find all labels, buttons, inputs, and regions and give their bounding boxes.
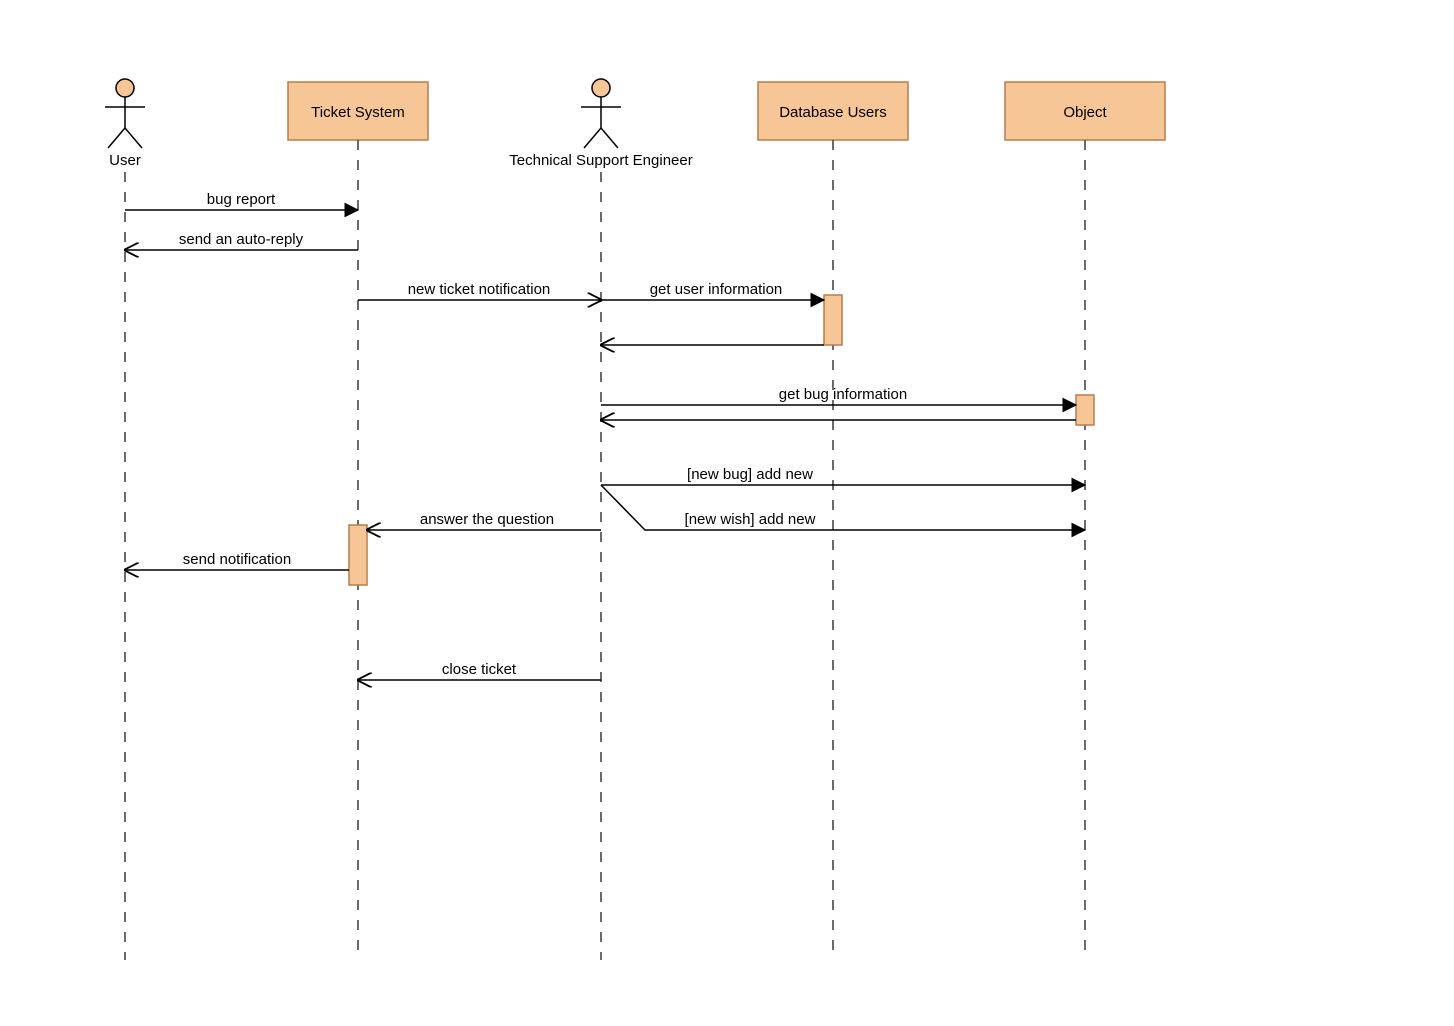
participant-user: User <box>105 79 145 960</box>
sequence-diagram: User Ticket System Technical Support Eng… <box>0 0 1454 1026</box>
message-label: [new bug] add new <box>687 466 813 483</box>
actor-head-icon <box>116 79 134 97</box>
message-label: bug report <box>207 191 276 208</box>
message-bug-report: bug report <box>125 191 358 210</box>
message-label: new ticket notification <box>408 281 551 298</box>
participant-ticket-system: Ticket System <box>288 82 428 960</box>
participant-user-label: User <box>109 152 141 169</box>
activation-ticket <box>349 525 367 585</box>
message-get-user-info: get user information <box>601 281 824 300</box>
participant-object-label: Object <box>1063 104 1107 121</box>
actor-head-icon <box>592 79 610 97</box>
message-close-ticket: close ticket <box>358 661 601 680</box>
participant-dbusers-label: Database Users <box>779 104 887 121</box>
message-get-bug-info: get bug information <box>601 386 1076 420</box>
activation-object <box>1076 395 1094 425</box>
message-answer-question: answer the question <box>367 511 601 530</box>
message-label: get user information <box>650 281 783 298</box>
message-label: send an auto-reply <box>179 231 304 248</box>
message-label: answer the question <box>420 511 554 528</box>
message-auto-reply: send an auto-reply <box>125 231 358 250</box>
message-label: send notification <box>183 551 291 568</box>
message-add-new-wish: [new wish] add new <box>601 485 1085 530</box>
participant-ticket-label: Ticket System <box>311 104 405 121</box>
message-label: close ticket <box>442 661 517 678</box>
message-add-new-bug: [new bug] add new <box>601 466 1085 485</box>
participant-engineer-label: Technical Support Engineer <box>509 152 692 169</box>
message-label: [new wish] add new <box>685 511 816 528</box>
message-new-ticket: new ticket notification <box>358 281 601 300</box>
message-label: get bug information <box>779 386 907 403</box>
participant-object: Object <box>1005 82 1165 960</box>
activation-dbusers <box>824 295 842 345</box>
message-send-notification: send notification <box>125 551 349 570</box>
